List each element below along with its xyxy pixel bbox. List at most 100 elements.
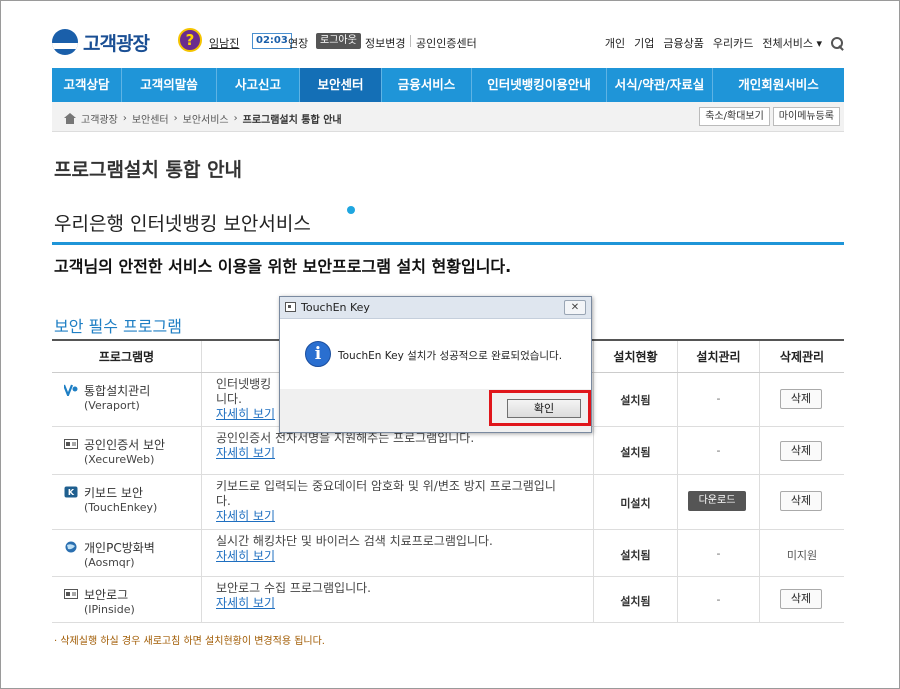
veraport-icon bbox=[64, 384, 78, 396]
link-products[interactable]: 금융상품 bbox=[663, 35, 703, 51]
install-manage: - bbox=[716, 444, 721, 457]
install-status: 설치됨 bbox=[620, 394, 651, 407]
link-business[interactable]: 기업 bbox=[634, 35, 654, 51]
extend-session-button[interactable]: 연장 bbox=[288, 35, 308, 51]
app-icon bbox=[285, 302, 296, 312]
table-row: 공인인증서 보안 (XecureWeb) 공인인증서 전자서명을 지원해주는 프… bbox=[52, 427, 844, 475]
program-code: (IPinside) bbox=[84, 603, 135, 616]
header-install-status: 설치현황 bbox=[594, 341, 678, 372]
program-code: (Aosmqr) bbox=[84, 556, 135, 569]
section-divider bbox=[52, 242, 844, 245]
my-menu-button[interactable]: 마이메뉴등록 bbox=[772, 107, 840, 126]
info-icon: i bbox=[305, 341, 331, 367]
nav-item-forms[interactable]: 서식/약관/자료실 bbox=[607, 68, 713, 102]
dialog-body: i TouchEn Key 설치가 성공적으로 완료되었습니다. bbox=[280, 319, 591, 389]
nav-item-finance[interactable]: 금융서비스 bbox=[382, 68, 472, 102]
link-card[interactable]: 우리카드 bbox=[713, 35, 753, 51]
security-log-icon bbox=[64, 589, 78, 599]
table-row: 개인PC방화벽 (Aosmqr) 실시간 해킹차단 및 바이러스 검색 치료프로… bbox=[52, 530, 844, 577]
nav-item-security-center[interactable]: 보안센터 bbox=[300, 68, 382, 102]
link-personal[interactable]: 개인 bbox=[605, 35, 625, 51]
logo[interactable]: 고객광장 bbox=[52, 28, 150, 56]
program-desc: 키보드로 입력되는 중요데이터 암호화 및 위/변조 방지 프로그램입니 bbox=[216, 479, 556, 493]
accent-dot bbox=[347, 206, 355, 214]
footnote: · 삭제실행 하실 경우 새로고침 하면 설치현황이 변경적용 됩니다. bbox=[54, 636, 325, 647]
program-desc: 인터넷뱅킹 bbox=[216, 377, 272, 391]
details-link[interactable]: 자세히 보기 bbox=[216, 549, 275, 563]
info-change-link[interactable]: 정보변경 bbox=[365, 35, 405, 51]
details-link[interactable]: 자세히 보기 bbox=[216, 446, 275, 460]
touchen-key-dialog: TouchEn Key ✕ i TouchEn Key 설치가 성공적으로 완료… bbox=[279, 296, 592, 433]
program-code: (TouchEnkey) bbox=[84, 501, 158, 514]
link-all-services[interactable]: 전체서비스 ▾ bbox=[762, 35, 822, 51]
program-desc: 실시간 해킹차단 및 바이러스 검색 치료프로그램입니다. bbox=[216, 534, 493, 548]
section-description: 고객님의 안전한 서비스 이용을 위한 보안프로그램 설치 현황입니다. bbox=[54, 257, 512, 276]
header-delete-manage: 삭제관리 bbox=[779, 350, 825, 364]
section-title: 우리은행 인터넷뱅킹 보안서비스 bbox=[54, 213, 311, 235]
program-name: 개인PC방화벽 bbox=[84, 541, 155, 555]
program-desc-cont: 니다. bbox=[216, 392, 242, 406]
top-bar: 고객광장 ? 임남진 02:03 연장 로그아웃 정보변경 공인인증센터 개인 … bbox=[52, 26, 844, 62]
dialog-footer: 확인 bbox=[280, 389, 591, 432]
program-desc: 공인인증서 전자서명을 지원해주는 프로그램입니다. bbox=[216, 431, 475, 445]
username-link[interactable]: 임남진 bbox=[209, 35, 239, 51]
dialog-title: TouchEn Key bbox=[301, 301, 370, 314]
install-status: 미설치 bbox=[620, 497, 651, 510]
program-name: 공인인증서 보안 bbox=[84, 438, 166, 452]
nav-item-ibanking-guide[interactable]: 인터넷뱅킹이용안내 bbox=[472, 68, 607, 102]
help-icon[interactable]: ? bbox=[178, 28, 202, 52]
page-title: 프로그램설치 통합 안내 bbox=[54, 159, 243, 181]
certificate-icon bbox=[64, 439, 78, 449]
breadcrumb-item[interactable]: 보안센터 bbox=[132, 111, 169, 126]
delete-button[interactable]: 삭제 bbox=[780, 389, 822, 409]
session-timer: 02:03 bbox=[252, 33, 292, 49]
home-icon[interactable] bbox=[64, 113, 76, 124]
breadcrumb-buttons: 축소/확대보기 마이메뉴등록 bbox=[699, 107, 840, 126]
nav-item-incident[interactable]: 사고신고 bbox=[217, 68, 300, 102]
header-program-name: 프로그램명 bbox=[52, 341, 202, 372]
program-name: 보안로그 bbox=[84, 588, 129, 602]
nav-item-consult[interactable]: 고객상담 bbox=[52, 68, 122, 102]
breadcrumb-bar: 고객광장 › 보안센터 › 보안서비스 › 프로그램설치 통합 안내 축소/확대보기 … bbox=[52, 102, 844, 132]
bank-logo-icon bbox=[52, 29, 78, 55]
firewall-globe-icon bbox=[65, 541, 77, 553]
header-install-manage: 설치관리 bbox=[678, 341, 760, 372]
breadcrumb-item[interactable]: 고객광장 bbox=[81, 111, 118, 126]
delete-button[interactable]: 삭제 bbox=[780, 441, 822, 461]
breadcrumb: 고객광장 › 보안센터 › 보안서비스 › 프로그램설치 통합 안내 bbox=[64, 111, 342, 126]
install-manage: - bbox=[716, 547, 721, 560]
search-icon[interactable] bbox=[831, 36, 844, 50]
breadcrumb-item[interactable]: 보안서비스 bbox=[183, 111, 229, 126]
svg-text:K: K bbox=[68, 488, 75, 497]
program-name: 키보드 보안 bbox=[84, 486, 144, 500]
delete-unsupported: 미지원 bbox=[786, 549, 818, 562]
program-name: 통합설치관리 bbox=[84, 384, 151, 398]
top-right-links: 개인 기업 금융상품 우리카드 전체서비스 ▾ bbox=[605, 35, 844, 51]
details-link[interactable]: 자세히 보기 bbox=[216, 596, 275, 610]
install-status: 설치됨 bbox=[620, 446, 651, 459]
download-button[interactable]: 다운로드 bbox=[688, 491, 746, 511]
program-desc: 보안로그 수집 프로그램입니다. bbox=[216, 581, 371, 595]
delete-button[interactable]: 삭제 bbox=[780, 491, 822, 511]
delete-button[interactable]: 삭제 bbox=[780, 589, 822, 609]
ok-button[interactable]: 확인 bbox=[507, 399, 581, 418]
main-nav: 고객상담 고객의말씀 사고신고 보안센터 금융서비스 인터넷뱅킹이용안내 서식/… bbox=[52, 68, 844, 102]
install-status: 설치됨 bbox=[620, 549, 651, 562]
nav-item-member[interactable]: 개인회원서비스 bbox=[713, 68, 844, 102]
dialog-titlebar[interactable]: TouchEn Key ✕ bbox=[280, 297, 591, 319]
install-manage: - bbox=[716, 593, 721, 606]
zoom-button[interactable]: 축소/확대보기 bbox=[699, 107, 770, 126]
subsection-title: 보안 필수 프로그램 bbox=[54, 317, 182, 336]
install-manage: - bbox=[716, 392, 721, 405]
logout-button[interactable]: 로그아웃 bbox=[316, 33, 361, 49]
dialog-message: TouchEn Key 설치가 성공적으로 완료되었습니다. bbox=[338, 350, 563, 362]
logo-text: 고객광장 bbox=[83, 32, 150, 55]
close-icon[interactable]: ✕ bbox=[564, 300, 586, 315]
divider bbox=[410, 35, 411, 47]
nav-item-feedback[interactable]: 고객의말씀 bbox=[122, 68, 217, 102]
details-link[interactable]: 자세히 보기 bbox=[216, 509, 275, 523]
table-row: K 키보드 보안 (TouchEnkey) 키보드로 입력되는 중요데이터 암호… bbox=[52, 475, 844, 530]
keyboard-security-icon: K bbox=[64, 486, 78, 498]
details-link[interactable]: 자세히 보기 bbox=[216, 407, 275, 421]
cert-center-link[interactable]: 공인인증센터 bbox=[416, 35, 477, 51]
